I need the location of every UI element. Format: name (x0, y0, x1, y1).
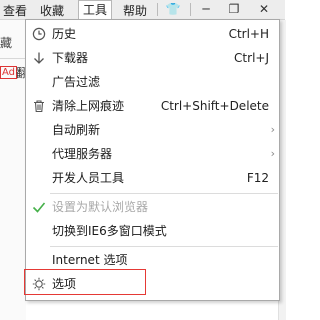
menu-item-set-default-browser: 设置为默认浏览器 (26, 195, 279, 219)
menu-item-label: 广告过滤 (52, 75, 101, 89)
menu-item-downloader[interactable]: 下载器 Ctrl+J (26, 46, 279, 70)
chevron-right-icon: › (270, 147, 275, 160)
menu-item-developer-tools[interactable]: 开发人员工具 F12 (26, 166, 279, 190)
menu-item-label: 历史 (52, 27, 77, 41)
menu-item-label: 开发人员工具 (52, 171, 125, 185)
clock-icon (31, 22, 47, 46)
menu-item-label: 下载器 (52, 51, 89, 65)
background-text: 藏 (0, 36, 13, 50)
menu-item-ad-filter[interactable]: 广告过滤 (26, 70, 279, 94)
shortcut-text: Ctrl+H (228, 27, 269, 41)
download-arrow-icon (31, 46, 47, 70)
menu-item-label: 设置为默认浏览器 (52, 200, 149, 214)
shortcut-text: Ctrl+J (234, 51, 269, 65)
shortcut-text: F12 (246, 171, 269, 185)
menu-separator (50, 246, 278, 247)
menu-item-auto-refresh[interactable]: 自动刷新 › (26, 118, 279, 142)
menu-item-clear-history[interactable]: 清除上网痕迹 Ctrl+Shift+Delete (26, 94, 279, 118)
menu-item-label: 代理服务器 (52, 147, 113, 161)
menu-item-label: 切换到IE6多窗口模式 (52, 224, 167, 238)
divider (0, 58, 26, 59)
highlight-box (24, 269, 146, 295)
menu-tools[interactable]: 工具 (78, 0, 113, 19)
menu-bar: 查看 收藏 工具 帮助 👕 ─ ❐ ✕ (0, 0, 285, 20)
shortcut-text: Ctrl+Shift+Delete (160, 99, 269, 113)
menu-item-proxy-server[interactable]: 代理服务器 › (26, 142, 279, 166)
chevron-right-icon: › (270, 123, 275, 136)
menu-help[interactable]: 帮助 (123, 2, 147, 19)
tools-dropdown-menu: 历史 Ctrl+H 下载器 Ctrl+J 广告过滤 清除上网痕迹 Ctrl+Sh… (25, 19, 280, 301)
ad-badge: Ad (0, 66, 18, 79)
divider (190, 3, 191, 16)
menu-favorites[interactable]: 收藏 (40, 2, 64, 19)
menu-item-switch-ie6-mode[interactable]: 切换到IE6多窗口模式 (26, 219, 279, 243)
divider (157, 3, 158, 16)
menu-view[interactable]: 查看 (3, 2, 27, 19)
skin-icon[interactable]: 👕 (160, 0, 186, 18)
menu-item-label: 自动刷新 (52, 123, 101, 137)
trash-icon (31, 94, 47, 118)
menu-item-label: 清除上网痕迹 (52, 99, 125, 113)
close-button[interactable]: ✕ (251, 0, 277, 18)
minimize-button[interactable]: ─ (193, 0, 219, 18)
menu-item-history[interactable]: 历史 Ctrl+H (26, 22, 279, 46)
restore-button[interactable]: ❐ (221, 0, 247, 18)
menu-separator (50, 193, 278, 194)
checkmark-icon (31, 195, 47, 219)
